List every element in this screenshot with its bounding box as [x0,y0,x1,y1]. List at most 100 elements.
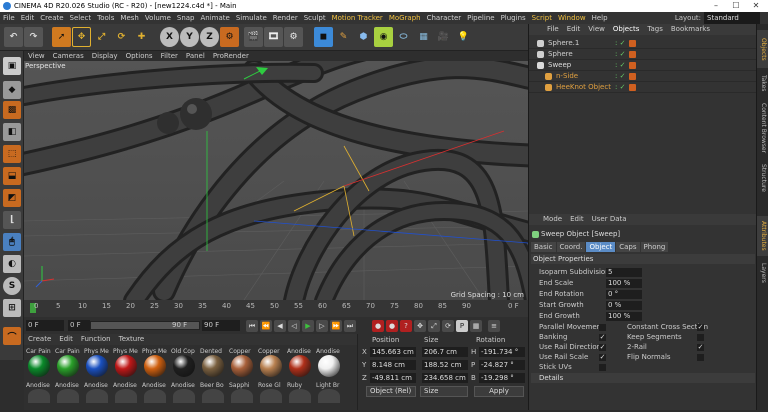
menu-select[interactable]: Select [67,12,95,24]
menu-render[interactable]: Render [270,12,301,24]
details-section[interactable]: Details [531,373,755,383]
property-value-field[interactable]: 5 [606,268,642,277]
material-swatch[interactable]: Ruby [287,382,314,412]
material-swatch[interactable]: Anodise [26,382,53,412]
undo-icon[interactable]: ↶ [4,27,23,47]
property-value-field[interactable]: 0 ° [606,290,642,299]
solo-icon[interactable]: S [3,277,21,295]
side-tab-structure[interactable]: Structure [757,160,768,196]
apply-button[interactable]: Apply [474,386,524,397]
camera-icon[interactable]: 🎥 [434,27,453,47]
viewport-menu-cameras[interactable]: Cameras [49,52,88,60]
visibility-flags[interactable]: : ✓ [615,71,665,82]
checkbox[interactable]: ✓ [599,354,606,361]
om-menu-edit[interactable]: Edit [563,25,585,33]
material-swatch[interactable]: Phys Me [113,348,140,378]
tag-icon[interactable] [629,73,636,80]
render-settings-icon[interactable]: ⚙ [284,27,303,47]
layout-dropdown[interactable]: Standard [704,12,760,24]
play-backward-icon[interactable]: ◁ [288,320,300,332]
menu-mesh[interactable]: Mesh [117,12,141,24]
menu-animate[interactable]: Animate [198,12,233,24]
material-swatch[interactable]: Anodise [84,382,111,412]
menu-tools[interactable]: Tools [94,12,117,24]
material-menu-edit[interactable]: Edit [55,335,77,343]
tag-icon[interactable] [629,84,636,91]
material-menu-create[interactable]: Create [24,335,55,343]
object-row[interactable]: Sphere.1: ✓ [529,38,757,49]
viewport-menu-view[interactable]: View [24,52,49,60]
y-axis-lock-button[interactable]: Y [180,27,199,47]
material-swatch[interactable]: Car Pain [26,348,53,378]
goto-end-icon[interactable]: ⏭ [344,320,356,332]
parameter-key-icon[interactable]: P [456,320,468,332]
checkbox[interactable]: ✓ [599,344,606,351]
checkbox[interactable] [599,364,606,371]
redo-icon[interactable]: ↷ [24,27,43,47]
magnet-icon[interactable]: ⌒ [3,327,21,345]
property-value-field[interactable]: 100 % [606,312,642,321]
pla-key-icon[interactable]: ▦ [470,320,482,332]
prev-frame-icon[interactable]: ◀ [274,320,286,332]
om-menu-file[interactable]: File [543,25,563,33]
tag-icon[interactable] [629,62,636,69]
make-editable-icon[interactable]: ▣ [3,57,21,75]
autokey-icon[interactable]: ● [386,320,398,332]
checkbox[interactable]: ✓ [599,334,606,341]
property-value-field[interactable]: 100 % [606,279,642,288]
x-axis-lock-button[interactable]: X [160,27,179,47]
keyframe-selection-icon[interactable]: ? [400,320,412,332]
deformer-icon[interactable]: ⬭ [394,27,413,47]
tag-icon[interactable] [629,51,636,58]
prev-key-icon[interactable]: ⏪ [260,320,272,332]
end-frame-field[interactable]: 90 F [202,320,240,331]
rotation-p-field[interactable]: -24.827 ° [479,360,525,370]
material-swatch[interactable]: Old Cop [171,348,198,378]
om-menu-bookmarks[interactable]: Bookmarks [667,25,714,33]
material-menu-texture[interactable]: Texture [115,335,149,343]
generator-icon[interactable]: ◉ [374,27,393,47]
property-value-field[interactable]: 0 % [606,301,642,310]
goto-start-icon[interactable]: ⏮ [246,320,258,332]
menu-motion-tracker[interactable]: Motion Tracker [329,12,386,24]
material-swatch[interactable]: Anodise [55,382,82,412]
live-selection-icon[interactable]: ➚ [52,27,71,47]
position-y-field[interactable]: 8.148 cm [370,360,416,370]
close-button[interactable]: ✕ [746,0,766,12]
attr-menu-user-data[interactable]: User Data [588,215,631,223]
z-axis-lock-button[interactable]: Z [200,27,219,47]
side-tab-layers[interactable]: Layers [757,258,768,288]
maximize-button[interactable]: ☐ [726,0,746,12]
model-mode-icon[interactable]: ◆ [3,81,21,99]
material-swatch[interactable]: Phys Me [142,348,169,378]
material-swatch[interactable]: Anodise [316,348,343,378]
render-view-icon[interactable]: 🎬 [244,27,263,47]
record-active-icon[interactable]: ● [372,320,384,332]
coordinate-system-icon[interactable]: ⚙ [220,27,239,47]
size-mode-dropdown[interactable]: Size [420,386,468,397]
viewport-menu-panel[interactable]: Panel [182,52,209,60]
object-row[interactable]: Sphere: ✓ [529,49,757,60]
side-tab-objects[interactable]: Objects [757,30,768,68]
edges-mode-icon[interactable]: ⬓ [3,167,21,185]
material-swatch[interactable]: Beer Bo [200,382,227,412]
points-mode-icon[interactable]: ⬚ [3,145,21,163]
tab-basic[interactable]: Basic [531,242,556,252]
material-swatch[interactable]: Sapphi [229,382,256,412]
play-icon[interactable]: ▶ [302,320,314,332]
material-swatch[interactable]: Anodise [171,382,198,412]
viewport-menu-prorender[interactable]: ProRender [209,52,253,60]
menu-simulate[interactable]: Simulate [233,12,270,24]
material-menu-function[interactable]: Function [77,335,115,343]
polygons-mode-icon[interactable]: ◩ [3,189,21,207]
material-swatch[interactable]: Light Br [316,382,343,412]
object-row[interactable]: Sweep: ✓ [529,60,757,71]
checkbox[interactable] [599,324,606,331]
object-row[interactable]: HeeKnot Object: ✓ [529,82,757,93]
tab-coord[interactable]: Coord. [556,242,586,252]
viewport-menu-display[interactable]: Display [88,52,122,60]
texture-mode-icon[interactable]: ▩ [3,101,21,119]
workplane-icon[interactable]: ◧ [3,123,21,141]
material-swatch[interactable]: Dented [200,348,227,378]
floor-icon[interactable]: ▦ [414,27,433,47]
